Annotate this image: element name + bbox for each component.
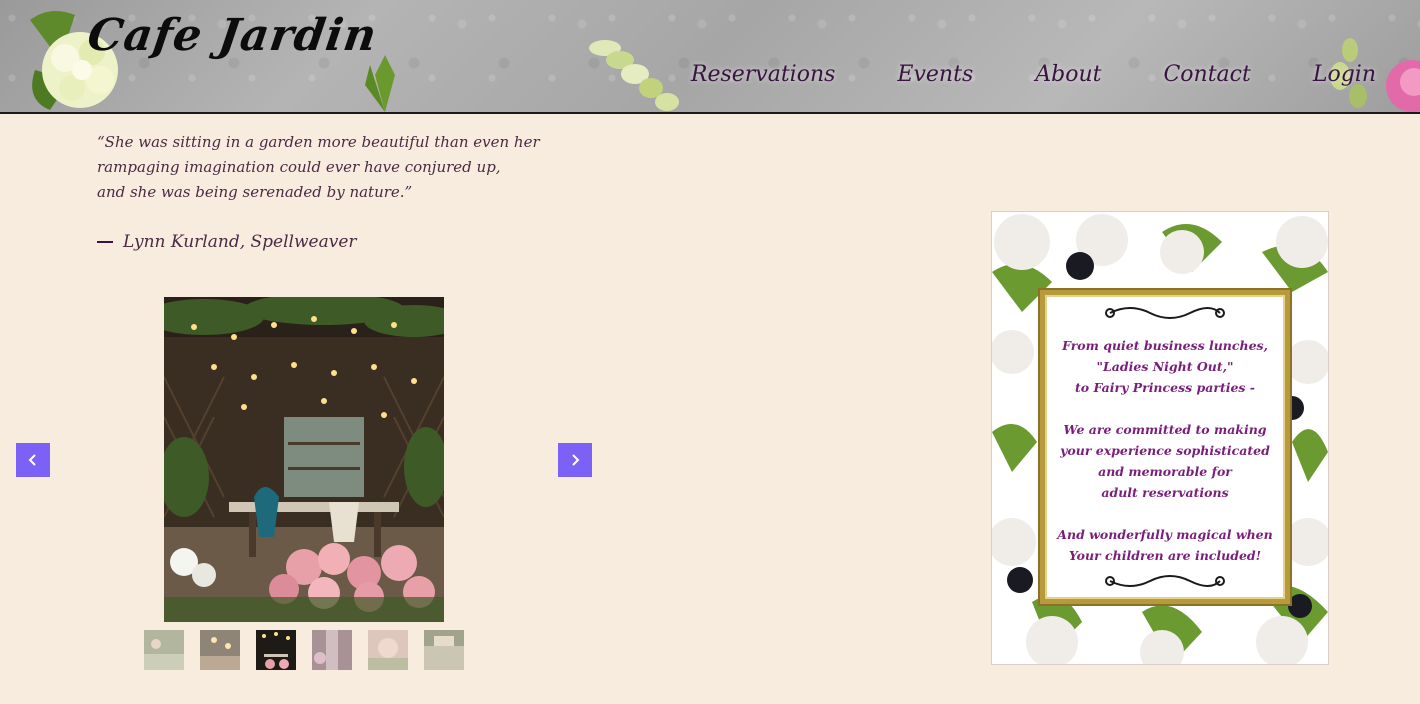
- promo-line: and memorable for: [1098, 464, 1232, 479]
- promo-card: From quiet business lunches, "Ladies Nig…: [991, 211, 1329, 665]
- carousel-prev-button[interactable]: [16, 443, 50, 477]
- snapdragon-decoration: [589, 40, 679, 111]
- promo-line: to Fairy Princess parties -: [1075, 380, 1255, 395]
- carousel-thumbnail-active[interactable]: [256, 630, 296, 670]
- quote-attribution: Lynn Kurland, Spellweaver: [97, 232, 357, 252]
- promo-line: "Ladies Night Out,": [1096, 359, 1234, 374]
- attribution-dash: [97, 241, 113, 243]
- site-logo[interactable]: Cafe Jardin: [84, 10, 380, 61]
- garden-patio-photo: [164, 297, 444, 622]
- carousel-thumbnails: [144, 630, 464, 670]
- promo-text: From quiet business lunches, "Ladies Nig…: [1045, 335, 1285, 566]
- quote-line: and she was being serenaded by nature.”: [97, 183, 413, 201]
- promo-line: We are committed to making: [1063, 422, 1267, 437]
- carousel-next-button[interactable]: [558, 443, 592, 477]
- carousel-slide-image: [164, 297, 444, 622]
- promo-line: From quiet business lunches,: [1062, 338, 1268, 353]
- nav-about[interactable]: About: [1035, 62, 1101, 96]
- promo-line: Your children are included!: [1068, 548, 1262, 563]
- carousel-thumbnail[interactable]: [312, 630, 352, 670]
- carousel-thumbnail[interactable]: [368, 630, 408, 670]
- attribution-text: Lynn Kurland, Spellweaver: [123, 232, 357, 252]
- leaf-decoration: [365, 55, 395, 112]
- site-header: Cafe Jardin Reservations Events About Co…: [0, 0, 1420, 114]
- scroll-ornament-top: [1105, 307, 1225, 319]
- nav-login[interactable]: Login: [1313, 62, 1376, 96]
- carousel-thumbnail[interactable]: [200, 630, 240, 670]
- nav-reservations[interactable]: Reservations: [691, 62, 836, 96]
- promo-line: adult reservations: [1101, 485, 1229, 500]
- scroll-ornament-bottom: [1105, 575, 1225, 587]
- garden-quote: “She was sitting in a garden more beauti…: [97, 130, 540, 205]
- promo-frame: From quiet business lunches, "Ladies Nig…: [1040, 290, 1290, 604]
- main-nav: Reservations Events About Contact Login: [691, 62, 1376, 96]
- chevron-left-icon: [28, 454, 36, 466]
- quote-line: rampaging imagination could ever have co…: [97, 158, 501, 176]
- carousel-thumbnail[interactable]: [424, 630, 464, 670]
- promo-spacer: [1045, 503, 1285, 524]
- carousel-thumbnail[interactable]: [144, 630, 184, 670]
- promo-spacer: [1045, 398, 1285, 419]
- quote-line: “She was sitting in a garden more beauti…: [97, 133, 540, 151]
- chevron-right-icon: [572, 454, 580, 466]
- promo-line: And wonderfully magical when: [1057, 527, 1273, 542]
- promo-line: your experience sophisticated: [1060, 443, 1270, 458]
- nav-events[interactable]: Events: [897, 62, 973, 96]
- nav-contact[interactable]: Contact: [1163, 62, 1250, 96]
